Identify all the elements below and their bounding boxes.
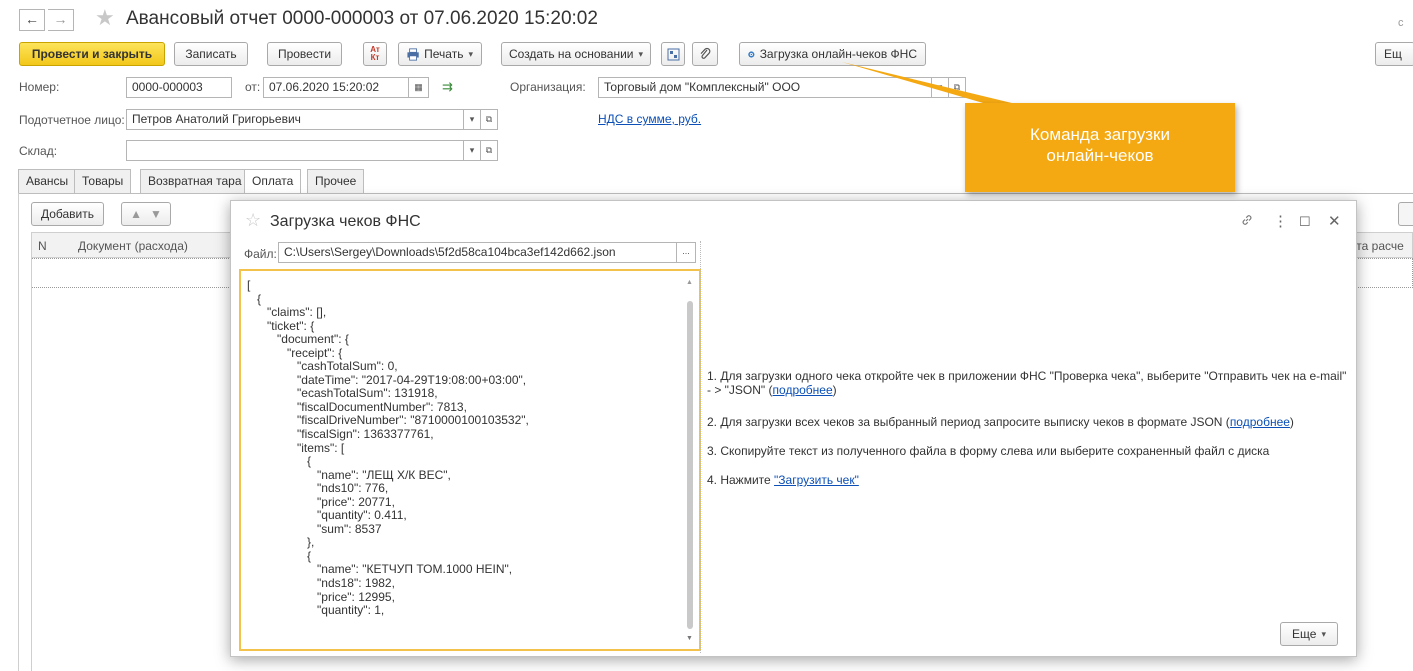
tab-divider bbox=[18, 193, 1413, 194]
file-path-field[interactable]: C:\Users\Sergey\Downloads\5f2d58ca104bca… bbox=[278, 242, 677, 263]
warehouse-label: Склад: bbox=[19, 144, 58, 158]
date-field[interactable]: 07.06.2020 15:20:02 bbox=[263, 77, 409, 98]
person-dropdown[interactable]: ▾ bbox=[464, 109, 481, 130]
load-checks-label: Загрузка онлайн-чеков ФНС bbox=[759, 47, 917, 61]
dialog-more-button[interactable]: Еще ▾ bbox=[1280, 622, 1338, 646]
scrollbar-thumb[interactable] bbox=[687, 301, 693, 629]
create-based-label: Создать на основании bbox=[508, 47, 634, 61]
splitter[interactable] bbox=[700, 241, 701, 653]
close-icon[interactable]: ✕ bbox=[1328, 212, 1341, 230]
tab-other[interactable]: Прочее bbox=[307, 169, 365, 193]
callout-line-2: онлайн-чеков bbox=[1046, 146, 1154, 165]
tab-returnable-packaging[interactable]: Возвратная тара bbox=[140, 169, 250, 193]
arrow-left-icon: ← bbox=[25, 11, 39, 27]
move-buttons[interactable]: ▲ ▼ bbox=[121, 202, 171, 226]
back-button[interactable]: ← bbox=[19, 9, 45, 31]
browse-file-button[interactable]: ... bbox=[677, 242, 696, 263]
create-based-on-button[interactable]: Создать на основании ▾ bbox=[501, 42, 651, 66]
person-open-button[interactable]: ⧉ bbox=[481, 109, 498, 130]
instruction-1-line2: - > "JSON" (подробнее) bbox=[707, 383, 837, 397]
calendar-icon: ▦ bbox=[414, 82, 423, 92]
open-icon: ⧉ bbox=[485, 145, 493, 155]
scroll-up-icon[interactable]: ▲ bbox=[686, 279, 693, 286]
warehouse-field[interactable] bbox=[126, 140, 464, 161]
fns-globe-icon bbox=[748, 50, 755, 58]
maximize-icon[interactable]: ☐ bbox=[1299, 214, 1311, 230]
forward-button[interactable]: → bbox=[48, 9, 74, 31]
post-and-close-button[interactable]: Провести и закрыть bbox=[19, 42, 165, 66]
tab-payment[interactable]: Оплата bbox=[244, 169, 302, 194]
save-button[interactable]: Записать bbox=[174, 42, 248, 66]
callout-annotation: Команда загрузки онлайн-чеков bbox=[965, 103, 1235, 192]
arrow-down-icon[interactable]: ▼ bbox=[150, 207, 162, 221]
chevron-down-icon: ▾ bbox=[638, 48, 644, 59]
print-button[interactable]: Печать ▾ bbox=[398, 42, 482, 66]
dialog-title: Загрузка чеков ФНС bbox=[270, 213, 421, 230]
link-icon[interactable]: c bbox=[1398, 17, 1404, 29]
link-icon[interactable] bbox=[1240, 213, 1254, 227]
warehouse-open-button[interactable]: ⧉ bbox=[481, 140, 498, 161]
warehouse-dropdown[interactable]: ▾ bbox=[464, 140, 481, 161]
favorite-star-icon[interactable]: ☆ bbox=[245, 210, 261, 231]
add-row-button[interactable]: Добавить bbox=[31, 202, 104, 226]
chevron-down-icon: ▾ bbox=[469, 145, 475, 155]
organization-label: Организация: bbox=[510, 80, 586, 94]
open-icon: ⧉ bbox=[485, 114, 493, 124]
print-label: Печать bbox=[424, 47, 464, 61]
accountable-person-field[interactable]: Петров Анатолий Григорьевич bbox=[126, 109, 464, 130]
chevron-down-icon: ▾ bbox=[468, 48, 473, 59]
calendar-button[interactable]: ▦ bbox=[409, 77, 429, 98]
window-title: Авансовый отчет 0000-000003 от 07.06.202… bbox=[126, 8, 598, 29]
instruction-2: 2. Для загрузки всех чеков за выбранный … bbox=[707, 415, 1294, 429]
accountable-person-label: Подотчетное лицо: bbox=[19, 113, 125, 127]
dialog-more-label: Еще bbox=[1292, 627, 1317, 641]
printer-icon bbox=[407, 47, 419, 61]
more-vert-icon[interactable]: ⋮ bbox=[1273, 212, 1288, 230]
chevron-down-icon: ▾ bbox=[1321, 628, 1326, 639]
col-document-header: Документ (расхода) bbox=[78, 239, 188, 253]
document-structure-icon bbox=[667, 48, 679, 60]
post-button[interactable]: Провести bbox=[267, 42, 342, 66]
json-content: [ { "claims": [], "ticket": { "document"… bbox=[247, 278, 529, 618]
chevron-down-icon: ▾ bbox=[469, 114, 475, 124]
tab-advances[interactable]: Авансы bbox=[18, 169, 77, 193]
instruction-1-line1: 1. Для загрузки одного чека откройте чек… bbox=[707, 369, 1347, 383]
tab-goods[interactable]: Товары bbox=[74, 169, 132, 193]
number-field[interactable]: 0000-000003 bbox=[126, 77, 232, 98]
favorite-star-icon[interactable]: ★ bbox=[95, 5, 115, 31]
fns-checks-dialog: ☆ Загрузка чеков ФНС ⋮ ☐ ✕ Файл: C:\User… bbox=[230, 200, 1357, 657]
arrow-up-icon[interactable]: ▲ bbox=[130, 207, 142, 221]
more-link[interactable]: подробнее bbox=[1230, 415, 1290, 429]
callout-line-1: Команда загрузки bbox=[1030, 125, 1170, 144]
number-label: Номер: bbox=[19, 80, 60, 94]
vat-link[interactable]: НДС в сумме, руб. bbox=[598, 112, 701, 126]
grid-more-button[interactable] bbox=[1398, 202, 1413, 226]
instruction-4: 4. Нажмите "Загрузить чек" bbox=[707, 473, 859, 487]
json-text-area[interactable]: [ { "claims": [], "ticket": { "document"… bbox=[239, 269, 701, 651]
file-label: Файл: bbox=[244, 247, 277, 261]
instruction-1: 1. Для загрузки одного чека откройте чек… bbox=[707, 369, 1346, 397]
col-n-header: N bbox=[38, 239, 47, 253]
dt-kt-icon: Ат Кт bbox=[370, 45, 380, 62]
paperclip-icon bbox=[700, 47, 711, 59]
structure-button[interactable] bbox=[661, 42, 685, 66]
stamp-icon[interactable]: ⇉ bbox=[442, 79, 453, 95]
date-label: от: bbox=[245, 80, 261, 94]
more-link[interactable]: подробнее bbox=[773, 383, 833, 397]
grid-border bbox=[31, 258, 32, 671]
load-check-link[interactable]: "Загрузить чек" bbox=[774, 473, 859, 487]
instruction-3: 3. Скопируйте текст из полученного файла… bbox=[707, 444, 1270, 458]
scrollbar[interactable]: ▲ ▼ bbox=[684, 279, 696, 643]
scroll-down-icon[interactable]: ▼ bbox=[686, 635, 693, 642]
arrow-right-icon: → bbox=[53, 11, 68, 27]
panel-border bbox=[18, 193, 19, 671]
dt-kt-button[interactable]: Ат Кт bbox=[363, 42, 387, 66]
col-account-header: ета расче bbox=[1350, 239, 1404, 253]
attach-button[interactable] bbox=[692, 42, 718, 66]
more-button-top[interactable]: Ещ bbox=[1375, 42, 1413, 66]
